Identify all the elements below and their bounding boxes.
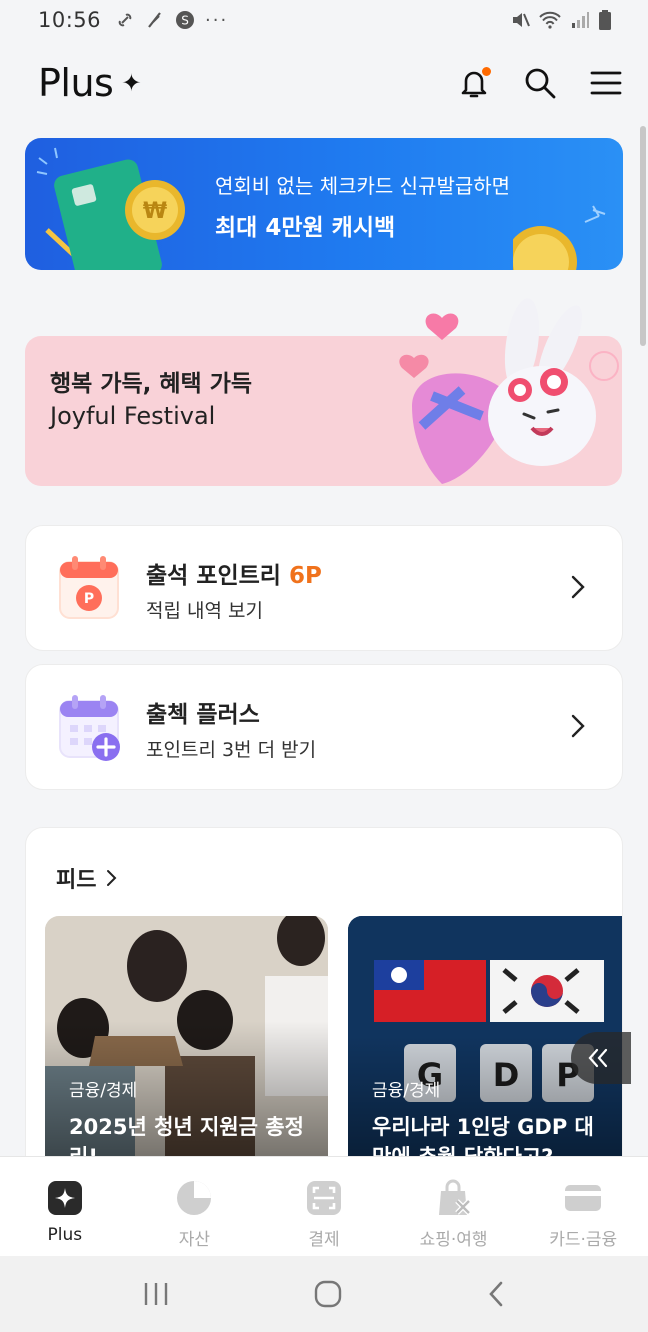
attendance-points-value: 6P [288,563,322,589]
chevron-right-icon [571,714,585,738]
chevron-right-icon [571,575,585,599]
tab-label: 결제 [308,1230,340,1250]
search-button[interactable] [522,65,558,101]
tab-payment[interactable]: 결제 [259,1157,389,1256]
notification-icons: S ··· [115,10,228,31]
svg-text:₩: ₩ [143,199,167,224]
card-icon [565,1185,602,1211]
more-notifications-icon: ··· [205,9,229,31]
tab-label: 쇼핑·여행 [419,1230,488,1250]
promo-line-1: 연회비 없는 체크카드 신규발급하면 [215,174,511,198]
back-icon[interactable] [486,1280,506,1308]
menu-button[interactable] [588,65,624,101]
tab-label: 카드·금융 [549,1230,618,1250]
check-plus-card[interactable]: 출첵 플러스 포인트리 3번 더 받기 [25,664,623,790]
feather-icon [148,12,161,28]
svg-text:P: P [84,591,94,607]
attendance-title-text: 출석 포인트리 [146,563,281,589]
attendance-subtitle: 적립 내역 보기 [146,600,263,622]
hamburger-menu-icon [590,71,622,95]
tab-label: Plus [47,1225,83,1245]
attendance-points-card[interactable]: P 출석 포인트리 6P 적립 내역 보기 [25,525,623,651]
promo-banner[interactable]: ₩ 연회비 없는 체크카드 신규발급하면 최대 4만원 캐시백 [25,138,623,270]
festival-line-1: 행복 가득, 혜택 가득 [50,371,253,397]
bunny-gift-illustration [399,298,619,484]
check-card-illustration: ₩ [36,147,185,270]
scrollbar[interactable] [640,126,646,346]
festival-banner[interactable]: 행복 가득, 혜택 가득 Joyful Festival [25,298,622,486]
tab-label: 자산 [178,1230,211,1250]
feed-title: 피드 [56,868,97,893]
promo-line-2: 최대 4만원 캐시백 [215,215,396,241]
calendar-plus-icon [59,695,120,761]
notification-badge [482,67,491,76]
status-bar: 10:56 S ··· [0,0,648,40]
s-app-icon: S [176,11,195,29]
system-navigation-bar [0,1256,648,1332]
notifications-button[interactable] [456,65,492,101]
pie-chart-icon [177,1181,212,1215]
home-icon[interactable] [313,1279,343,1309]
double-chevron-left-icon [588,1048,608,1068]
status-time: 10:56 [38,8,102,32]
collapse-panel-button[interactable] [571,1032,631,1084]
wifi-icon [539,11,561,29]
check-plus-title: 출첵 플러스 [146,702,260,728]
app-logo[interactable]: Plus ✦ [38,61,141,105]
shopping-bag-icon [438,1179,471,1215]
coin-icon [513,205,606,270]
svg-text:S: S [181,14,189,28]
calendar-points-icon: P [59,556,119,619]
feed-card-category: 금융/경제 [372,1081,441,1101]
battery-icon [599,10,611,30]
link-icon [118,13,132,27]
tab-assets[interactable]: 자산 [130,1157,260,1256]
tab-card-finance[interactable]: 카드·금융 [518,1157,648,1256]
feed-card-category: 금융/경제 [69,1081,138,1101]
plus-sparkle-icon [47,1181,82,1215]
app-header: Plus ✦ [0,40,648,126]
chevron-right-icon [107,870,117,886]
tab-plus[interactable]: Plus [0,1157,130,1256]
feed-header[interactable]: 피드 [56,862,118,894]
system-icons [510,9,612,31]
search-icon [525,68,556,99]
logo-sparkle-icon: ✦ [121,69,141,97]
signal-icon [572,12,589,28]
scan-icon [306,1181,341,1215]
recent-apps-icon[interactable] [142,1281,170,1307]
bottom-tab-bar: Plus 자산 결제 쇼핑·여행 카드·금융 [0,1156,648,1256]
logo-text: Plus [38,61,114,105]
festival-line-2: Joyful Festival [50,402,216,430]
attendance-title: 출석 포인트리 6P [146,556,322,590]
mute-icon [513,13,530,27]
tab-shopping-travel[interactable]: 쇼핑·여행 [389,1157,519,1256]
check-plus-subtitle: 포인트리 3번 더 받기 [146,739,317,761]
